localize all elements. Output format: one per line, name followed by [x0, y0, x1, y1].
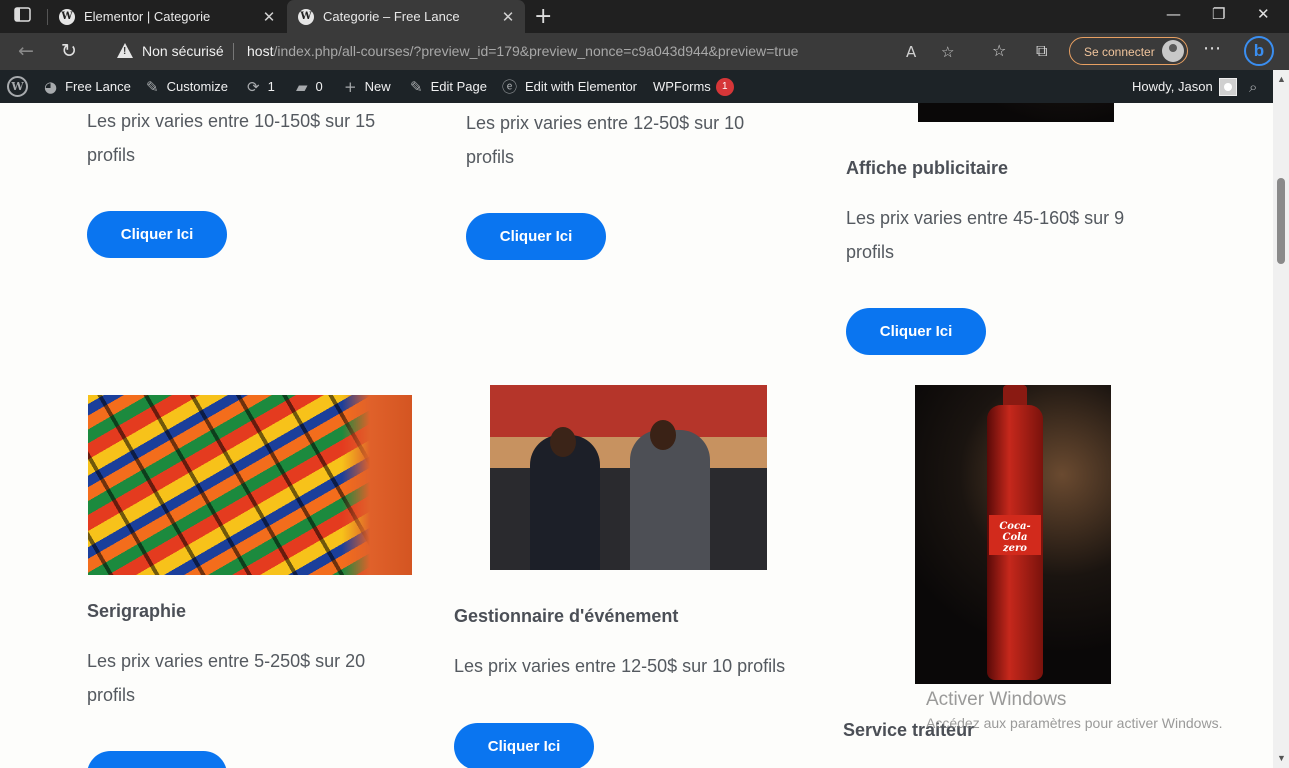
- wordpress-logo-icon: W: [7, 76, 28, 97]
- search-icon: ⌕: [1249, 77, 1258, 96]
- user-account-link[interactable]: Howdy, Jason: [1132, 70, 1237, 103]
- favorites-icon[interactable]: ☆: [992, 41, 1006, 60]
- coca-cola-label: Coca-Cola zero: [989, 515, 1041, 555]
- close-tab-icon[interactable]: ✕: [258, 8, 280, 26]
- minimize-icon[interactable]: —: [1166, 5, 1181, 23]
- comments-link[interactable]: ▰ 0: [296, 70, 323, 103]
- plus-icon: +: [344, 77, 357, 96]
- customize-link[interactable]: ✎ Customize: [146, 70, 228, 103]
- new-content-link[interactable]: + New: [344, 70, 391, 103]
- scroll-up-icon[interactable]: ▲: [1277, 74, 1286, 84]
- sign-in-button[interactable]: Se connecter: [1069, 37, 1188, 65]
- site-name-link[interactable]: ◕ Free Lance: [44, 70, 131, 103]
- edit-with-elementor-link[interactable]: ⓔ Edit with Elementor: [502, 70, 637, 103]
- back-icon[interactable]: ←: [18, 40, 34, 62]
- edit-page-link[interactable]: ✎ Edit Page: [410, 70, 487, 103]
- edit-elementor-label: Edit with Elementor: [525, 79, 638, 94]
- cliquer-ici-button[interactable]: Cliquer Ici: [454, 723, 594, 768]
- scroll-down-icon[interactable]: ▼: [1277, 753, 1286, 763]
- pencil-icon: ✎: [410, 77, 423, 96]
- wordpress-favicon-icon: W: [298, 8, 314, 25]
- updates-link[interactable]: ⟳ 1: [247, 70, 275, 103]
- cliquer-ici-button[interactable]: Cliquer Ici: [846, 308, 986, 355]
- new-label: New: [364, 79, 391, 94]
- cliquer-ici-button[interactable]: Cliquer Ici: [87, 211, 227, 258]
- wpforms-label: WPForms: [653, 79, 711, 94]
- activate-windows-subtitle: Accédez aux paramètres pour activer Wind…: [926, 715, 1223, 731]
- comment-icon: ▰: [296, 77, 308, 96]
- card-title: Gestionnaire d'événement: [454, 606, 679, 626]
- howdy-label: Howdy, Jason: [1132, 79, 1213, 94]
- profile-avatar-icon: [1162, 40, 1184, 62]
- tab-title: Categorie – Free Lance: [323, 9, 460, 24]
- activate-windows-title: Activer Windows: [926, 689, 1067, 710]
- affiche-image: [918, 103, 1114, 122]
- maximize-icon[interactable]: ❐: [1212, 5, 1225, 23]
- more-options-icon[interactable]: ⋯: [1203, 38, 1221, 59]
- scrollbar-thumb[interactable]: [1277, 178, 1285, 264]
- cliquer-ici-button[interactable]: Cliquer Ici: [87, 751, 227, 768]
- address-bar[interactable]: Non sécurisé host/index.php/all-courses/…: [103, 37, 976, 66]
- wordpress-logo-button[interactable]: W: [7, 70, 28, 103]
- card-title: Serigraphie: [87, 601, 187, 621]
- close-tab-icon[interactable]: ✕: [497, 8, 519, 26]
- wordpress-favicon-icon: W: [59, 8, 75, 25]
- card-description: Les prix varies entre 12-50$ sur 10 prof…: [466, 113, 745, 167]
- tab-categorie-free-lance[interactable]: W Categorie – Free Lance ✕: [287, 0, 525, 33]
- site-name-label: Free Lance: [65, 79, 131, 94]
- card-description: Les prix varies entre 5-250$ sur 20 prof…: [87, 651, 366, 705]
- vertical-scrollbar[interactable]: ▲ ▼: [1273, 70, 1289, 768]
- wpforms-notification-badge: 1: [715, 77, 734, 96]
- serigraphie-image: [88, 395, 412, 575]
- evenement-image: [490, 385, 767, 570]
- comments-count: 0: [315, 79, 323, 94]
- reload-icon[interactable]: ↻: [61, 40, 77, 62]
- card-description: Les prix varies entre 45-160$ sur 9 prof…: [846, 208, 1125, 262]
- tab-actions-icon[interactable]: [14, 7, 34, 25]
- sign-in-label: Se connecter: [1084, 45, 1155, 59]
- address-separator: [233, 43, 234, 60]
- new-tab-icon[interactable]: +: [534, 4, 552, 29]
- card-title: Affiche publicitaire: [846, 158, 1009, 178]
- updates-icon: ⟳: [247, 77, 260, 96]
- dashboard-icon: ◕: [44, 77, 58, 96]
- collections-icon[interactable]: ⧉: [1036, 41, 1047, 61]
- warning-icon: [117, 43, 133, 58]
- cliquer-ici-button[interactable]: Cliquer Ici: [466, 213, 606, 260]
- close-window-icon[interactable]: ✕: [1257, 5, 1270, 23]
- customize-label: Customize: [166, 79, 228, 94]
- brush-icon: ✎: [146, 77, 159, 96]
- bing-icon[interactable]: b: [1244, 36, 1274, 66]
- card-description: Les prix varies entre 12-50$ sur 10 prof…: [454, 656, 786, 676]
- url-text[interactable]: host/index.php/all-courses/?preview_id=1…: [247, 43, 798, 59]
- wpforms-link[interactable]: WPForms 1: [653, 70, 734, 103]
- card-description: Les prix varies entre 10-150$ sur 15 pro…: [87, 111, 376, 165]
- edit-page-label: Edit Page: [430, 79, 487, 94]
- user-avatar: [1218, 77, 1237, 96]
- wp-admin-bar: W ◕ Free Lance ✎ Customize ⟳ 1 ▰ 0 + New…: [0, 70, 1273, 103]
- tab-elementor-categorie[interactable]: W Elementor | Categorie ✕: [48, 0, 286, 33]
- browser-tab-strip: W Elementor | Categorie ✕ W Categorie – …: [0, 0, 1289, 33]
- read-aloud-icon[interactable]: A: [906, 43, 916, 61]
- search-link[interactable]: ⌕: [1249, 70, 1265, 103]
- coca-cola-image: Coca-Cola zero: [915, 385, 1111, 684]
- elementor-icon: ⓔ: [502, 78, 518, 96]
- add-favorite-icon[interactable]: ☆: [941, 43, 954, 61]
- page-content: Les prix varies entre 10-150$ sur 15 pro…: [0, 103, 1273, 768]
- updates-count: 1: [267, 79, 275, 94]
- tab-title: Elementor | Categorie: [84, 9, 211, 24]
- security-label[interactable]: Non sécurisé: [142, 43, 224, 59]
- browser-toolbar: ← ↻ Non sécurisé host/index.php/all-cour…: [0, 33, 1289, 70]
